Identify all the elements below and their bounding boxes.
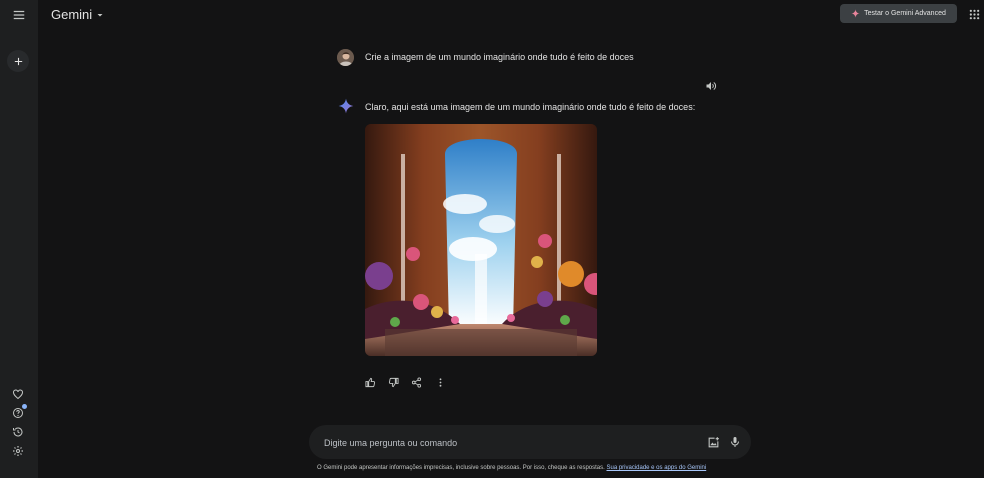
prompt-input[interactable] [322,434,686,452]
volume-icon [706,82,717,90]
disclaimer-text: O Gemini pode apresentar informações imp… [317,465,605,471]
apps-grid-icon [969,9,979,19]
share-icon [411,377,422,388]
thumb-up-icon [365,377,376,388]
gem-manager-button[interactable] [9,385,27,403]
upload-image-button[interactable] [705,434,721,450]
menu-icon [13,10,25,20]
gemini-star-icon [338,98,354,114]
user-avatar [337,49,354,66]
brand-title: Gemini [51,7,93,22]
privacy-link[interactable]: Sua privacidade e os apps do Gemini [606,465,706,471]
sidebar [0,0,38,478]
activity-button[interactable] [9,423,27,441]
settings-icon [13,446,23,456]
settings-button[interactable] [9,442,27,460]
share-button[interactable] [409,375,424,390]
gem-icon [13,389,23,400]
new-chat-button[interactable] [7,50,29,72]
microphone-button[interactable] [727,434,743,450]
google-apps-button[interactable] [967,7,981,21]
menu-button[interactable] [8,4,30,26]
generated-image[interactable] [365,124,597,356]
model-response-text: Claro, aqui está uma imagem de um mundo … [365,102,696,112]
mic-icon [731,437,739,447]
advanced-button-label: Testar o Gemini Advanced [864,10,946,17]
add-photo-icon [708,436,719,447]
try-advanced-button[interactable]: Testar o Gemini Advanced [840,4,957,23]
help-icon [13,408,23,418]
more-options-button[interactable] [433,375,448,390]
read-aloud-button[interactable] [703,78,719,94]
notification-dot [22,404,27,409]
user-prompt-text: Crie a imagem de um mundo imaginário ond… [365,52,634,62]
more-vert-icon [439,378,442,387]
dislike-button[interactable] [386,375,401,390]
thumb-down-icon [388,377,399,388]
model-selector[interactable]: Gemini [51,7,106,22]
plus-icon [14,57,22,65]
like-button[interactable] [363,375,378,390]
arrow-drop-down-icon [97,13,103,16]
sparkle-icon [851,9,860,18]
disclaimer: O Gemini pode apresentar informações imp… [317,465,706,471]
help-button[interactable] [9,404,27,422]
prompt-bar [309,425,751,459]
history-icon [13,427,23,437]
